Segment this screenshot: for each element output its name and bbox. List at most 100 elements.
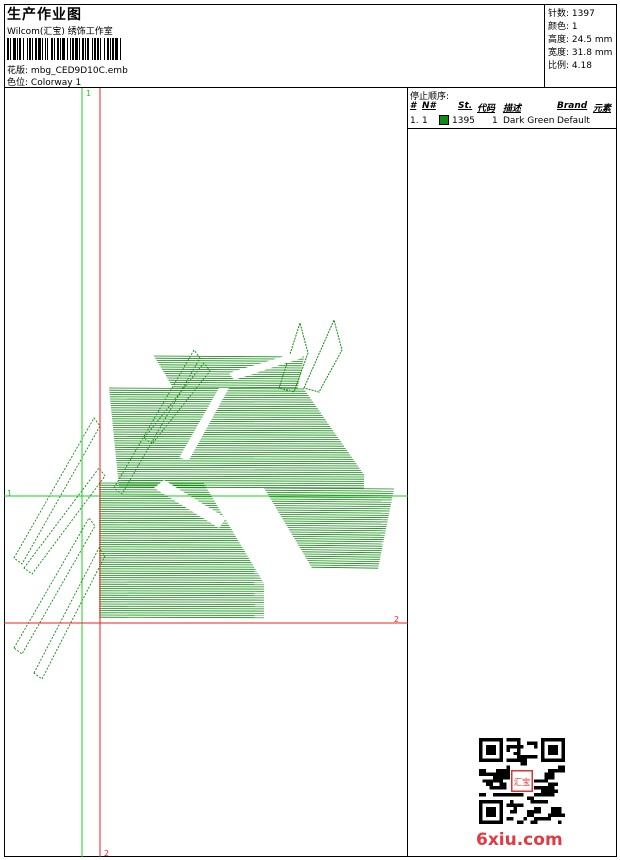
stitch-mark (116, 460, 355, 463)
stitch-mark (287, 527, 387, 529)
stitch-mark (295, 540, 384, 543)
stitch-mark (13, 517, 96, 655)
stitch-mark (98, 486, 207, 489)
embroidery-preview: 1 1 2 2 (4, 88, 408, 857)
stitch-mark (98, 599, 265, 601)
stitch-mark (111, 411, 321, 414)
stitch-mark (98, 524, 230, 526)
colorway-label: 色位: (7, 78, 29, 88)
red-guide-v-label: 2 (104, 849, 109, 857)
stitch-mark (98, 559, 251, 561)
stitch-mark (98, 548, 244, 550)
spec-colors: 颜色: 1 (548, 22, 578, 32)
stitch-mark (98, 482, 205, 484)
stitch-mark (171, 384, 299, 386)
stitch-mark (98, 544, 241, 546)
stitch-mark (294, 538, 384, 540)
stitch-mark (115, 451, 349, 454)
stitch-mark (98, 572, 259, 575)
col-header-stitches: St. (458, 101, 473, 111)
stitch-mark (98, 608, 265, 610)
col-header-element: 元素 (593, 104, 612, 114)
stitch-mark (98, 577, 261, 579)
stitch-mark (98, 497, 214, 500)
studio-name: Wilcom(汇宝) 绣饰工作室 (7, 27, 113, 37)
stitch-mark (108, 387, 305, 390)
stitch-mark (285, 522, 387, 525)
stitch-mark (98, 552, 247, 555)
stitch-mark (293, 536, 385, 538)
stitch-mark (112, 427, 332, 430)
stitch-mark (117, 473, 365, 476)
stitch-mark (98, 550, 245, 553)
stitch-mark (115, 453, 351, 456)
stitch-mark (98, 585, 265, 588)
stitch-mark (118, 479, 365, 482)
stitch-mark (98, 610, 265, 612)
stitch-mark (116, 464, 358, 467)
stitch-mark (281, 516, 389, 518)
stitch-mark (98, 535, 236, 537)
stitch-mark (168, 379, 300, 382)
stitch-mark (98, 489, 208, 491)
stitch-mark (159, 364, 303, 367)
stitch-mark (98, 592, 265, 594)
stitch-mark (98, 493, 211, 495)
stitch-mark (13, 417, 101, 565)
stitch-mark (273, 503, 391, 505)
stitch-mark (114, 446, 346, 449)
stitch-mark (302, 551, 382, 554)
stitch-mark (114, 438, 340, 441)
stitch-mark (98, 605, 265, 608)
design-canvas: 1 1 2 2 (4, 88, 408, 857)
stitch-mark (283, 520, 388, 523)
stitch-mark (98, 583, 265, 586)
stitch-mark (98, 539, 239, 542)
stitch-mark (117, 468, 361, 471)
table-divider (408, 128, 617, 129)
stitch-mark (265, 489, 394, 492)
stitch-mark (98, 603, 265, 605)
stitch-mark (113, 429, 334, 432)
stitch-mark (98, 568, 256, 570)
stitch-mark (109, 396, 311, 399)
stitch-mark (98, 561, 252, 564)
stitch-mark (98, 546, 243, 548)
qr-code: 汇宝 (479, 738, 565, 824)
stitch-mark (112, 418, 326, 421)
site-watermark: 6xiu.com (476, 830, 563, 850)
stitch-mark (269, 496, 393, 499)
stitch-mark (111, 416, 325, 419)
stitch-mark (109, 394, 309, 397)
stitch-mark (111, 413, 323, 416)
stitch-mark (289, 529, 386, 532)
stitch-mark (117, 471, 363, 474)
stitch-mark (153, 355, 305, 358)
stitch-mark (98, 541, 240, 544)
stitch-mark (115, 455, 352, 458)
stitch-mark (270, 498, 392, 501)
colorway-name: Colorway 1 (30, 78, 82, 88)
stitch-mark (291, 533, 385, 536)
stitch-mark (110, 398, 312, 401)
stitch-mark (98, 526, 231, 528)
stitch-mark (169, 382, 299, 384)
stitch-mark (296, 542, 384, 545)
header-panel: 生产作业图 Wilcom(汇宝) 绣饰工作室 花版: mbg_CED9D10C.… (4, 4, 545, 88)
stitch-mark (267, 494, 393, 496)
stitch-mark (98, 563, 253, 566)
stitch-mark (307, 560, 380, 562)
col-header-brand: Brand (557, 101, 588, 111)
stitch-mark (115, 449, 348, 452)
horse-head-embroidery (13, 318, 395, 680)
stitch-mark (306, 558, 380, 560)
green-guide-v-label: 1 (86, 89, 91, 98)
stitch-mark (98, 614, 265, 616)
row-description: Dark Green (503, 116, 555, 126)
stitch-mark (160, 366, 302, 369)
worksheet-title: 生产作业图 (7, 7, 82, 23)
stitch-mark (98, 579, 263, 581)
stitch-mark (113, 435, 338, 438)
stitch-mark (271, 500, 392, 503)
col-header-needle: N# (422, 101, 436, 111)
